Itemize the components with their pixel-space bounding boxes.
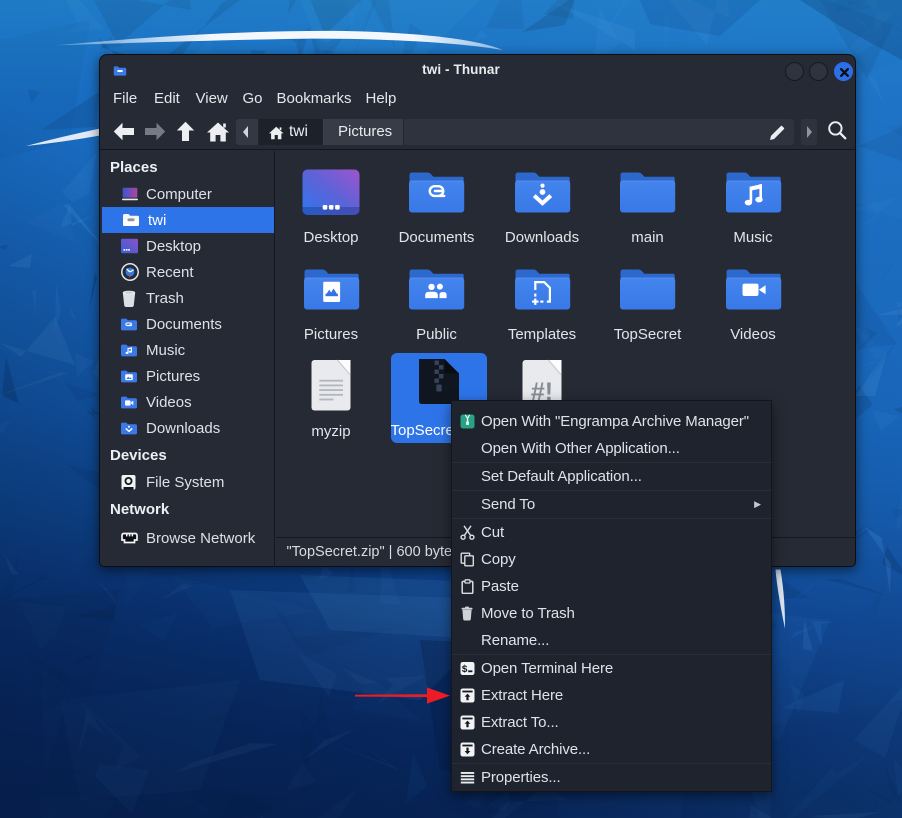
svg-text:$: $ [461,664,467,676]
